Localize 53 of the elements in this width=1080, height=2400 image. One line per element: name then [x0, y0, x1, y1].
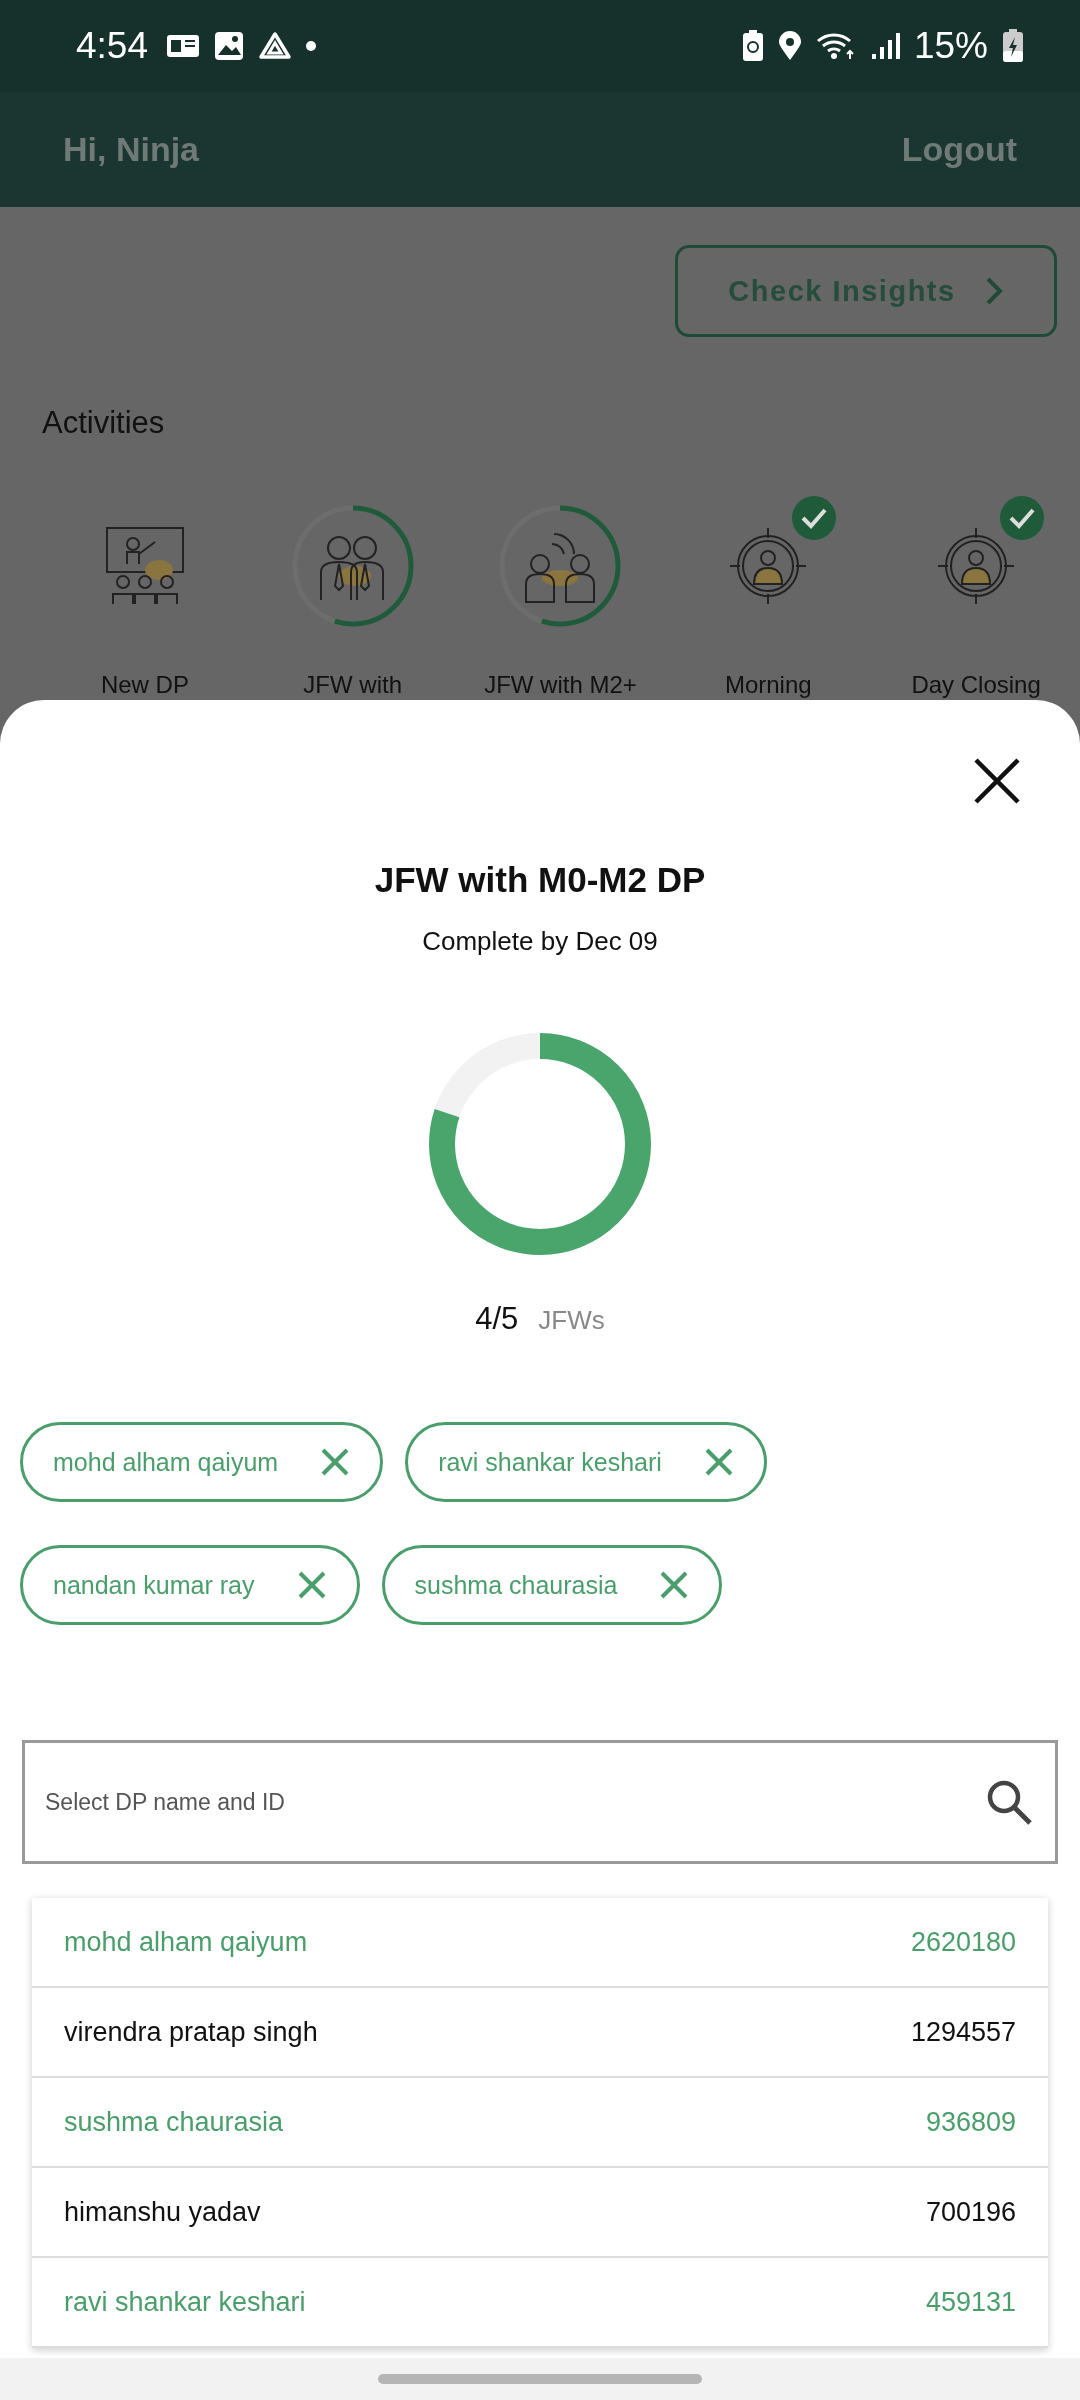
dp-id: 1294557 [910, 2016, 1016, 2048]
app-notification-icon [166, 32, 200, 60]
activity-label[interactable]: JFW with [303, 671, 403, 699]
activity-label[interactable]: JFW with M2+ [484, 671, 637, 699]
triangle-icon [258, 31, 292, 61]
greeting: Hi, Ninja [63, 130, 200, 169]
remove-icon[interactable] [703, 1447, 734, 1477]
location-icon [777, 31, 802, 61]
result-item[interactable]: virendra pratap singh 1294557 [32, 1988, 1048, 2078]
check-badge-icon [791, 495, 838, 541]
logout-link[interactable]: Logout [901, 130, 1017, 169]
status-time: 4:54 [76, 25, 148, 67]
dp-id: 700196 [925, 2196, 1016, 2228]
dp-name: mohd alham qaiyum [64, 1926, 308, 1958]
signal-icon [869, 32, 900, 60]
result-item[interactable]: sushma chaurasia 936809 [32, 2078, 1048, 2168]
progress-unit: JFWs [538, 1305, 605, 1336]
image-icon [214, 31, 244, 61]
battery-charging-icon [1002, 29, 1024, 63]
search-icon[interactable] [985, 1778, 1033, 1826]
check-insights-button[interactable]: Check Insights [675, 245, 1057, 337]
dp-id: 459131 [925, 2286, 1016, 2318]
chip-label: nandan kumar ray [53, 1570, 255, 1600]
activity-label[interactable]: New DP [100, 671, 189, 699]
remove-icon[interactable] [320, 1447, 351, 1477]
sheet-title: JFW with M0-M2 DP [374, 860, 706, 900]
chip-label: ravi shankar keshari [438, 1447, 662, 1477]
dp-id: 936809 [925, 2106, 1016, 2138]
result-item[interactable]: mohd alham qaiyum 2620180 [32, 1898, 1048, 1988]
activity-label[interactable]: Day Closing [911, 671, 1041, 699]
remove-icon[interactable] [659, 1570, 690, 1600]
section-title: Activities [41, 404, 166, 441]
dp-name: ravi shankar keshari [64, 2286, 306, 2318]
chip-label: mohd alham qaiyum [53, 1447, 279, 1477]
progress-count: 4/5 [475, 1301, 519, 1337]
battery-percentage: 15% [913, 25, 988, 67]
dot-icon [306, 41, 316, 51]
battery-saver-icon [741, 30, 764, 62]
close-icon[interactable] [972, 756, 1022, 806]
dp-name: himanshu yadav [64, 2196, 261, 2228]
search-input[interactable]: Select DP name and ID [43, 1787, 985, 1817]
search-field[interactable]: Select DP name and ID [22, 1740, 1058, 1864]
wifi-icon [815, 31, 856, 61]
result-item[interactable]: ravi shankar keshari 459131 [32, 2258, 1048, 2348]
sheet-subtitle: Complete by Dec 09 [422, 926, 658, 957]
chip-label: sushma chaurasia [414, 1570, 618, 1600]
dp-id: 2620180 [910, 1926, 1016, 1958]
check-badge-icon [999, 495, 1046, 541]
remove-icon[interactable] [296, 1570, 327, 1600]
dp-name: virendra pratap singh [64, 2016, 318, 2048]
result-item[interactable]: himanshu yadav 700196 [32, 2168, 1048, 2258]
activity-label[interactable]: Morning [724, 671, 812, 699]
dp-name: sushma chaurasia [64, 2106, 284, 2138]
